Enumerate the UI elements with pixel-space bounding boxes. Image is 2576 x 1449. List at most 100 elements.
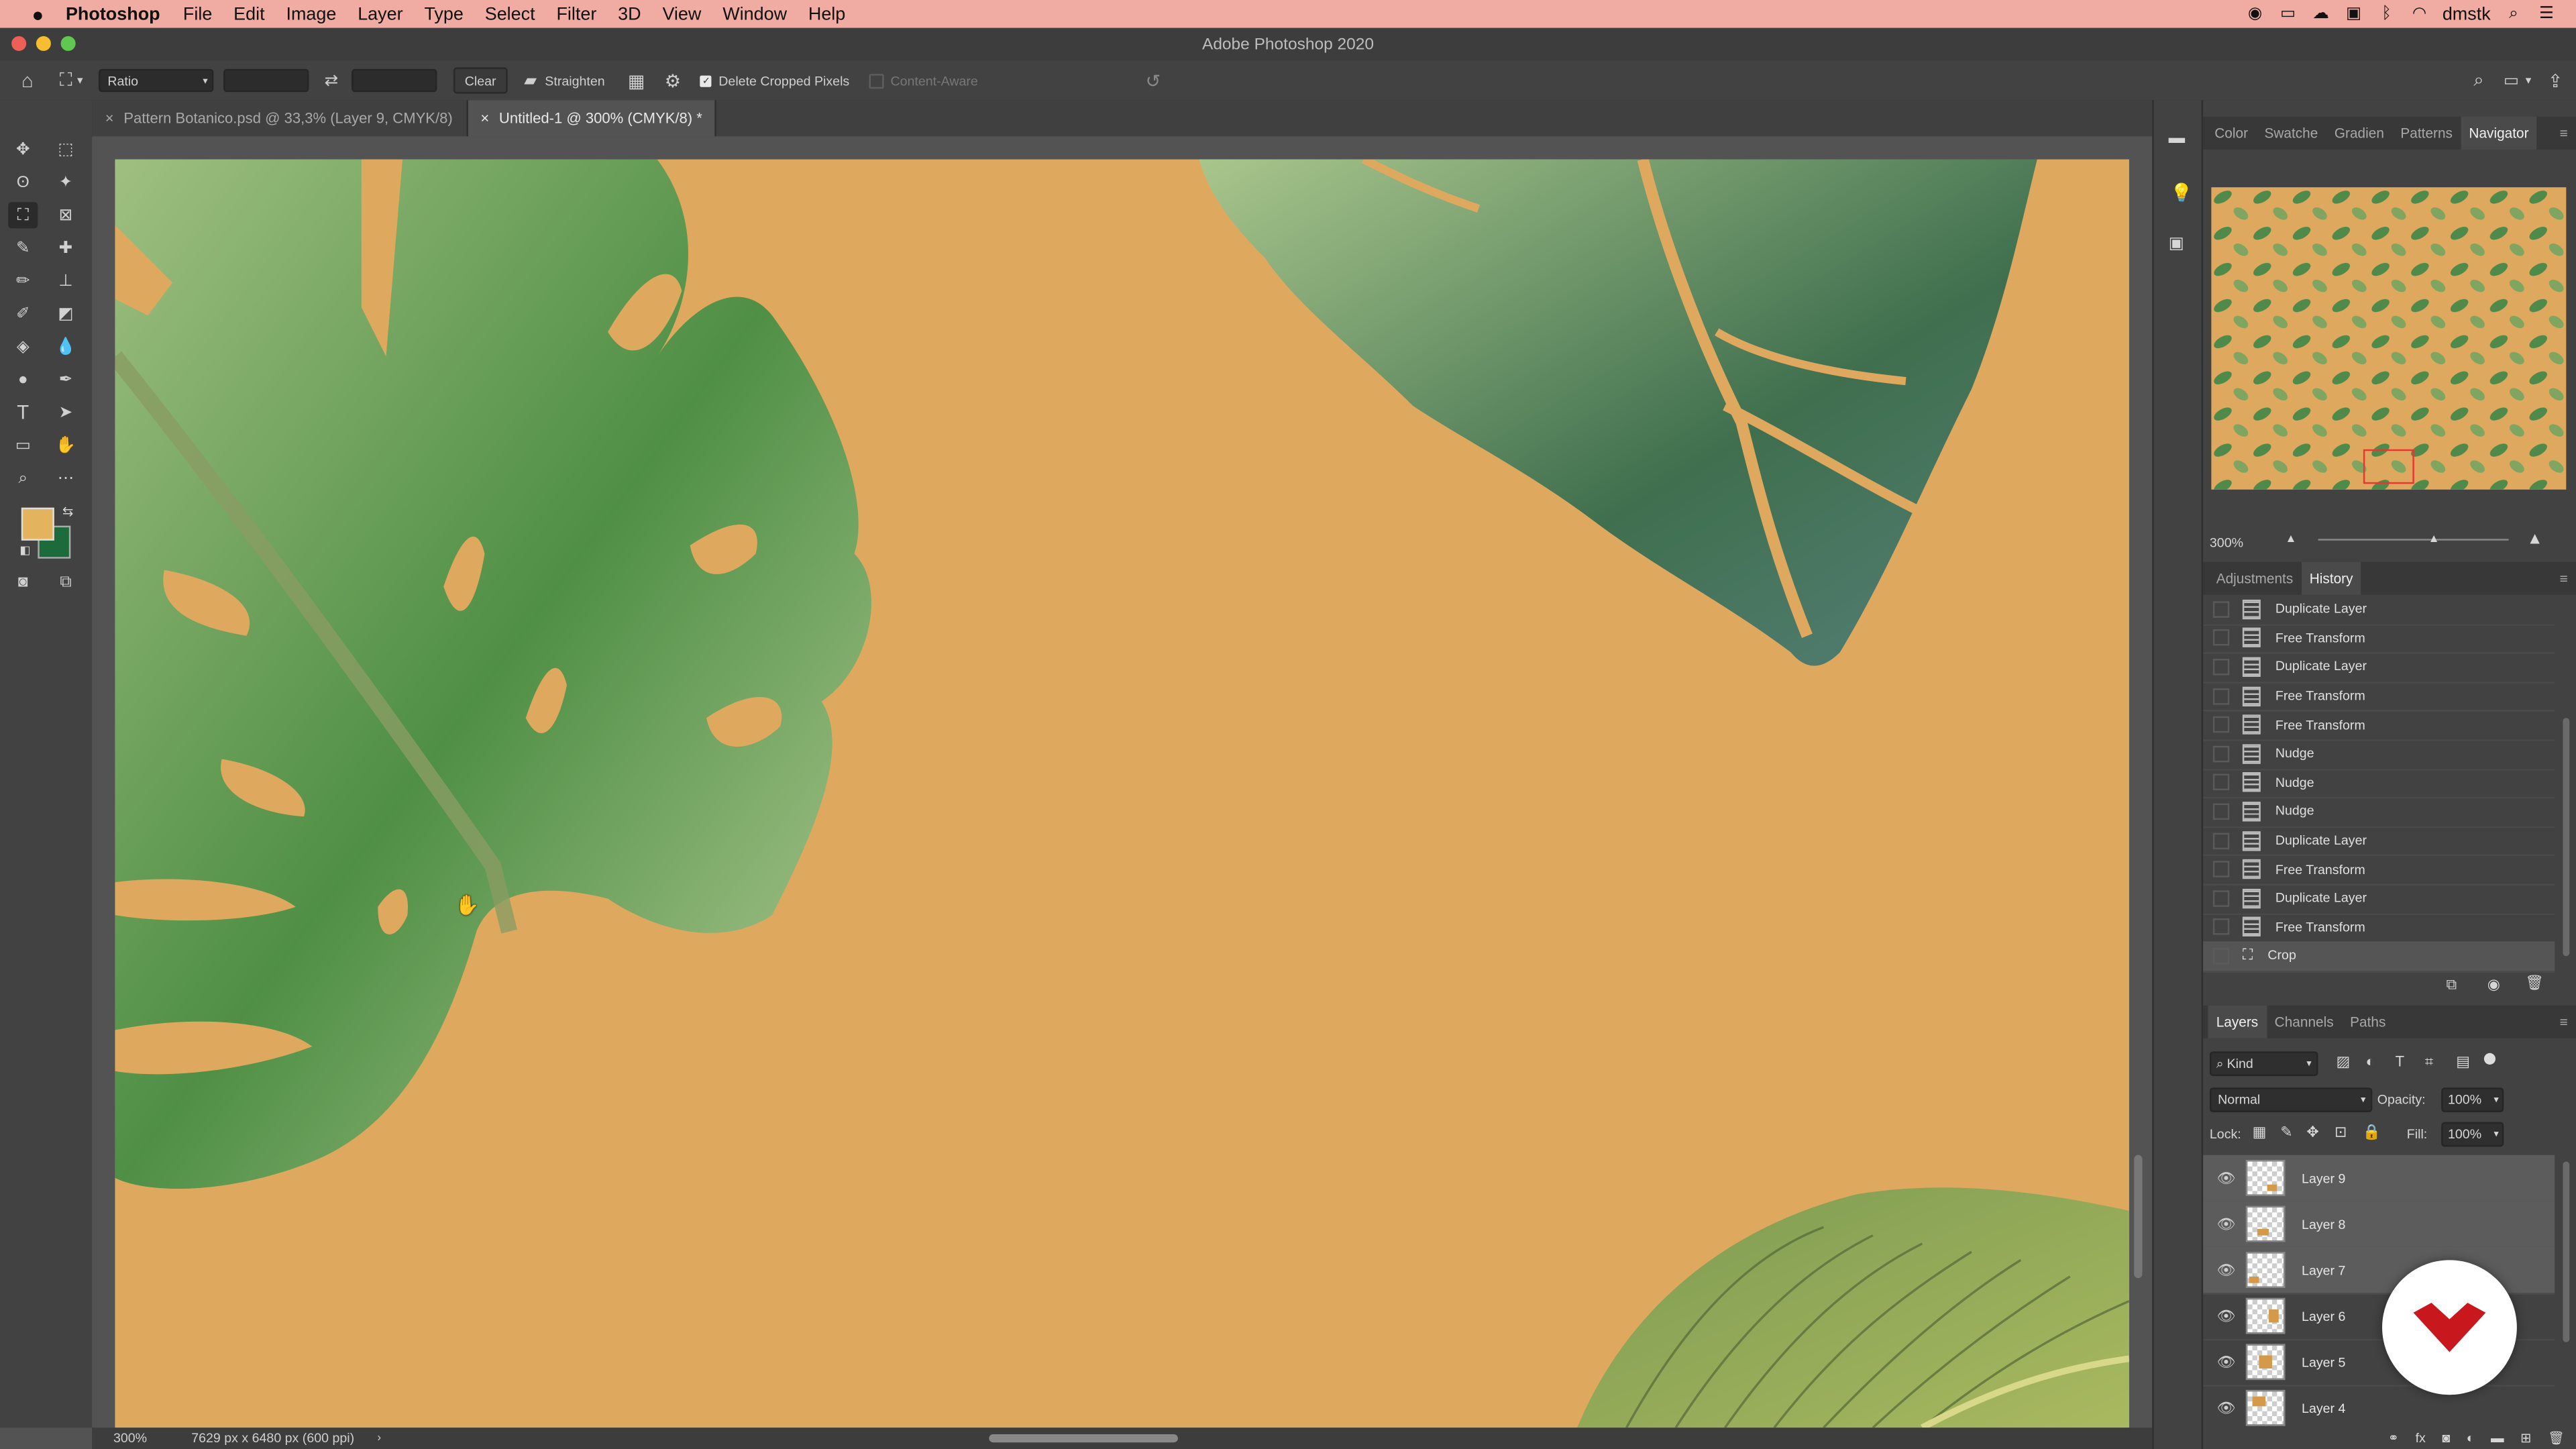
panel-menu-icon[interactable]: ≡ [2560, 570, 2568, 586]
history-snapshot-box[interactable] [2212, 890, 2230, 907]
crop-tool-icon[interactable]: ⛶ [8, 202, 38, 229]
screen-icon[interactable]: ▭ [2278, 5, 2298, 23]
overlay-grid-icon[interactable]: ▦ [628, 70, 645, 91]
ratio-select[interactable]: Ratio ▾ [99, 68, 215, 93]
close-window-button[interactable] [11, 36, 27, 51]
magic-wand-icon[interactable]: ✦ [51, 169, 80, 195]
apple-icon[interactable]: ● [26, 3, 49, 25]
layer-name[interactable]: Layer 4 [2302, 1401, 2345, 1415]
layer-name[interactable]: Layer 5 [2302, 1354, 2345, 1369]
menu-file[interactable]: File [183, 4, 212, 23]
default-colors-icon[interactable]: ◧ [19, 544, 30, 557]
layer-row[interactable]: 👁 Layer 9 [2203, 1155, 2555, 1203]
ruler-icon[interactable]: ▬ [2169, 129, 2185, 148]
layer-name[interactable]: Layer 7 [2302, 1263, 2345, 1277]
marquee-tool-icon[interactable]: ⬚ [51, 136, 80, 162]
paint-bucket-icon[interactable]: ◈ [8, 333, 38, 360]
stamp-tool-icon[interactable]: ⊥ [51, 268, 80, 294]
tab-gradients[interactable]: Gradien [2326, 117, 2393, 150]
close-icon[interactable]: × [105, 110, 114, 126]
link-layers-icon[interactable]: ⚭ [2388, 1431, 2399, 1446]
type-tool-icon[interactable]: T [8, 399, 38, 425]
eye-icon[interactable]: 👁 [2216, 1261, 2236, 1279]
menu-layer[interactable]: Layer [358, 4, 402, 23]
layer-filter-kind[interactable]: ⌕ Kind ▾ [2209, 1051, 2318, 1077]
libraries-icon[interactable]: ▣ [2169, 235, 2184, 253]
add-mask-icon[interactable]: ◙ [2442, 1431, 2450, 1446]
layer-name[interactable]: Layer 9 [2302, 1171, 2345, 1185]
menubar-user[interactable]: dmstk [2443, 4, 2491, 23]
navigator-preview[interactable] [2211, 187, 2567, 490]
history-snapshot-box[interactable] [2212, 716, 2230, 733]
layer-row[interactable]: 👁 Layer 8 [2203, 1201, 2555, 1249]
straighten-button[interactable]: Straighten [545, 73, 604, 88]
history-snapshot-box[interactable] [2212, 688, 2230, 704]
gear-icon[interactable]: ⚙ [665, 70, 681, 91]
rectangle-tool-icon[interactable]: ▭ [8, 432, 38, 458]
filter-shape-icon[interactable]: ⌗ [2425, 1053, 2433, 1071]
straighten-icon[interactable]: ▰ [524, 72, 537, 90]
document-canvas[interactable]: ✋ [115, 159, 2129, 1428]
eye-icon[interactable]: 👁 [2216, 1307, 2236, 1325]
swap-arrows-icon[interactable]: ⇄ [325, 72, 339, 90]
history-item[interactable]: Nudge [2203, 739, 2555, 770]
chevron-down-icon[interactable]: ▾ [2526, 74, 2532, 87]
history-snapshot-box[interactable] [2212, 629, 2230, 647]
menu-3d[interactable]: 3D [618, 4, 641, 23]
history-item[interactable]: Free Transform [2203, 855, 2555, 885]
history-snapshot-box[interactable] [2212, 918, 2230, 936]
menu-app-name[interactable]: Photoshop [66, 4, 160, 23]
frame-tool-icon[interactable]: ⊠ [51, 202, 80, 228]
tab-adjustments[interactable]: Adjustments [2208, 562, 2301, 595]
eyedropper-icon[interactable]: ✎ [8, 235, 38, 261]
filter-adjustment-icon[interactable]: ◐ [2366, 1053, 2375, 1069]
zoom-tool-icon[interactable]: ⌕ [8, 465, 38, 491]
panel-menu-icon[interactable]: ≡ [2560, 125, 2568, 141]
spotlight-search-icon[interactable]: ⌕ [2504, 5, 2523, 23]
dodge-tool-icon[interactable]: ● [8, 366, 38, 392]
foreground-color-swatch[interactable] [21, 507, 54, 541]
history-snapshot-box[interactable] [2212, 774, 2230, 791]
menu-edit[interactable]: Edit [233, 4, 264, 23]
trash-icon[interactable]: 🗑 [2525, 974, 2544, 992]
vertical-scrollbar[interactable] [2134, 1155, 2143, 1279]
close-icon[interactable]: × [480, 110, 489, 126]
blend-mode-select[interactable]: Normal ▾ [2209, 1087, 2373, 1112]
content-aware-checkbox[interactable] [869, 72, 884, 89]
zoom-in-icon[interactable]: ▲ [2527, 531, 2543, 549]
tab-paths[interactable]: Paths [2342, 1006, 2394, 1038]
tab-patterns[interactable]: Patterns [2392, 117, 2461, 150]
crop-tool-preset-icon[interactable]: ⛶ [60, 70, 72, 91]
filter-smart-object-icon[interactable]: ▤ [2456, 1053, 2470, 1071]
wifi-icon[interactable]: ◠ [2410, 5, 2429, 23]
menu-help[interactable]: Help [808, 4, 845, 23]
layer-name[interactable]: Layer 6 [2302, 1309, 2345, 1324]
history-item[interactable]: Free Transform [2203, 710, 2555, 741]
cloud-icon[interactable]: ☁ [2311, 5, 2330, 23]
tab-color[interactable]: Color [2206, 117, 2256, 150]
history-item[interactable]: Duplicate Layer [2203, 595, 2555, 626]
menu-window[interactable]: Window [722, 4, 787, 23]
eye-icon[interactable]: 👁 [2216, 1353, 2236, 1371]
history-item-active[interactable]: ⛶ Crop [2203, 941, 2555, 973]
fill-input[interactable]: 100% ▾ [2441, 1122, 2504, 1147]
history-item[interactable]: Nudge [2203, 797, 2555, 828]
layers-scrollbar[interactable] [2563, 1161, 2570, 1342]
slider-handle-icon[interactable]: ▲ [2428, 534, 2440, 545]
menu-view[interactable]: View [662, 4, 701, 23]
eye-icon[interactable]: 👁 [2216, 1169, 2236, 1187]
healing-brush-icon[interactable]: ✚ [51, 235, 80, 261]
layer-name[interactable]: Layer 8 [2302, 1216, 2345, 1231]
path-selection-icon[interactable]: ➤ [51, 399, 80, 425]
history-item[interactable]: Free Transform [2203, 682, 2555, 712]
history-brush-icon[interactable]: ✐ [8, 301, 38, 327]
history-item[interactable]: Free Transform [2203, 624, 2555, 655]
canvas-area[interactable]: ✋ [92, 136, 2153, 1428]
lasso-tool-icon[interactable]: ʘ [8, 169, 38, 195]
filter-pixel-icon[interactable]: ▨ [2336, 1053, 2350, 1071]
eye-icon[interactable]: 👁 [2216, 1399, 2236, 1417]
navigator-zoom-value[interactable]: 300% [2210, 535, 2243, 550]
tab-navigator[interactable]: Navigator [2461, 116, 2537, 150]
delete-cropped-checkbox[interactable]: ✓ [700, 74, 712, 87]
lock-position-icon[interactable]: ✥ [2306, 1124, 2318, 1142]
